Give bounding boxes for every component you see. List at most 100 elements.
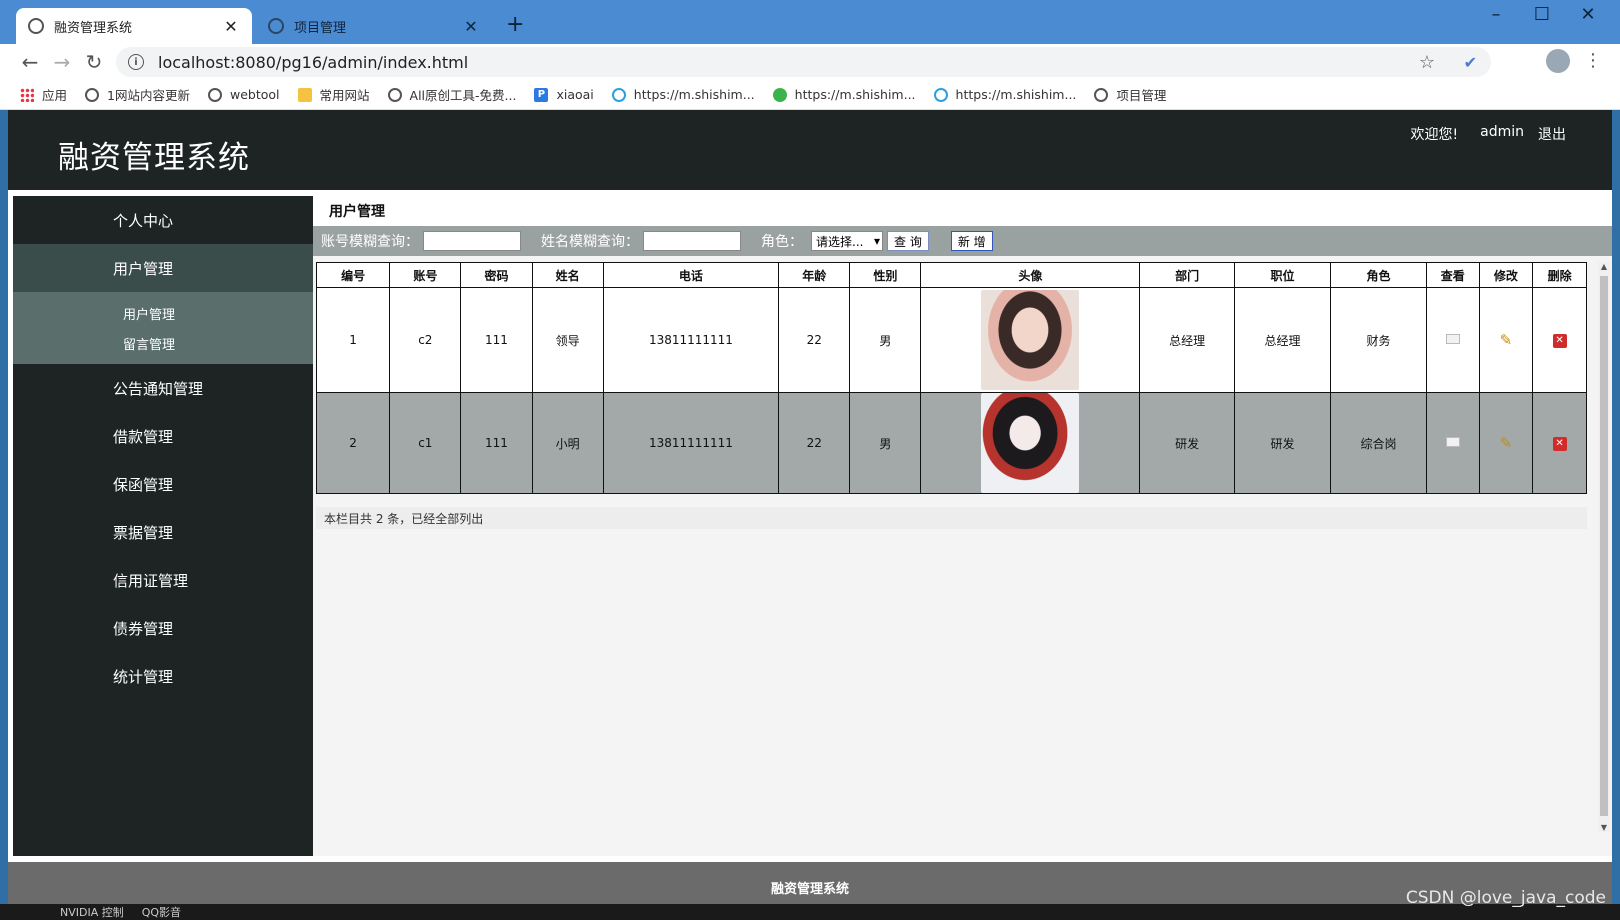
sidebar-subitem-message-management[interactable]: 留言管理 (123, 328, 313, 358)
search-bar: 账号模糊查询： 姓名模糊查询： 角色： 请选择... ▾ 查 询 新 增 (313, 226, 1612, 256)
logout-link[interactable]: 退出 (1538, 124, 1566, 144)
watermark: CSDN @love_java_code (1405, 888, 1606, 908)
forward-icon[interactable]: → (50, 50, 74, 74)
column-header: 修改 (1478, 262, 1534, 288)
dropdown-arrow-icon: ▾ (873, 234, 880, 248)
add-button[interactable]: 新 增 (950, 231, 993, 251)
account-search-label: 账号模糊查询： (321, 234, 419, 250)
view-icon[interactable] (1445, 334, 1460, 344)
name-search-label: 姓名模糊查询： (541, 234, 639, 250)
cell-age: 22 (778, 287, 851, 393)
scrollbar-thumb[interactable] (1600, 276, 1608, 816)
sidebar-item-loan[interactable]: 借款管理 (13, 412, 313, 460)
welcome-text: 欢迎您! (1410, 127, 1459, 143)
query-button[interactable]: 查 询 (887, 231, 929, 251)
c-icon (611, 87, 626, 102)
bookmark-webtool[interactable]: webtool (207, 87, 280, 102)
globe-icon (207, 87, 222, 102)
address-bar[interactable]: i localhost:8080/pg16/admin/index.html ☆… (116, 47, 1491, 77)
delete-icon[interactable]: ✕ (1552, 437, 1567, 451)
cell-name: 领导 (531, 287, 604, 393)
column-header: 角色 (1330, 262, 1427, 288)
bookmark-tools[interactable]: All原创工具-免费... (387, 85, 516, 104)
sidebar-item-user-management[interactable]: 用户管理 (13, 244, 313, 292)
scroll-down-icon[interactable]: ▼ (1598, 823, 1610, 832)
name-search-input[interactable] (643, 231, 741, 251)
apps-icon (20, 87, 34, 102)
menu-icon[interactable]: ⋮ (1584, 50, 1602, 71)
sidebar-subitem-user-management[interactable]: 用户管理 (123, 298, 313, 328)
sidebar-item-bond[interactable]: 债券管理 (13, 604, 313, 652)
bookmark-xiaoai[interactable]: Pxiaoai (534, 87, 594, 102)
sidebar-submenu: 用户管理 留言管理 (13, 292, 313, 364)
scrollbar[interactable]: ▲ ▼ (1598, 262, 1610, 832)
app-title: 融资管理系统 (58, 140, 250, 176)
cell-id: 2 (315, 392, 391, 494)
globe-icon (85, 87, 100, 102)
edit-pencil-icon[interactable]: ✎ (1500, 434, 1513, 452)
extension-icon[interactable]: ✔ (1464, 53, 1477, 72)
close-icon[interactable]: ✕ (222, 17, 240, 36)
profile-avatar[interactable] (1546, 49, 1570, 73)
scroll-up-icon[interactable]: ▲ (1598, 262, 1610, 271)
cell-avatar (920, 287, 1141, 393)
role-label: 角色： (761, 234, 803, 250)
username: admin (1480, 124, 1524, 140)
view-icon[interactable] (1445, 437, 1460, 447)
sidebar-item-personal-center[interactable]: 个人中心 (13, 196, 313, 244)
user-table: 编号 账号 密码 姓名 电话 年龄 性别 头像 部门 职位 角色 查看 修改 删… (315, 262, 1587, 494)
bookmark-1[interactable]: 1网站内容更新 (85, 85, 190, 104)
minimize-icon[interactable]: – (1476, 4, 1516, 25)
cell-delete: ✕ (1532, 287, 1587, 393)
wechat-icon (772, 87, 787, 102)
cell-id: 1 (315, 287, 391, 393)
tab-project-management[interactable]: 项目管理 ✕ (256, 8, 492, 44)
table-header-row: 编号 账号 密码 姓名 电话 年龄 性别 头像 部门 职位 角色 查看 修改 删… (315, 262, 1587, 288)
sidebar-item-statistics[interactable]: 统计管理 (13, 652, 313, 700)
close-icon[interactable]: ✕ (462, 17, 480, 36)
sidebar-item-credit-letter[interactable]: 信用证管理 (13, 556, 313, 604)
bookmark-shishim-1[interactable]: https://m.shishim... (611, 87, 755, 102)
sidebar-item-bill[interactable]: 票据管理 (13, 508, 313, 556)
avatar (981, 290, 1080, 390)
globe-icon (1094, 87, 1109, 102)
cell-role: 综合岗 (1330, 392, 1427, 494)
table-row: 1 c2 111 领导 13811111111 22 男 总经理 总经理 财务 … (315, 287, 1587, 393)
app-header: 融资管理系统 欢迎您! admin 退出 (8, 110, 1612, 190)
account-search-input[interactable] (423, 231, 521, 251)
sidebar-item-guarantee[interactable]: 保函管理 (13, 460, 313, 508)
star-icon[interactable]: ☆ (1419, 52, 1435, 73)
column-header: 部门 (1139, 262, 1236, 288)
user-area: 欢迎您! admin 退出 (1411, 124, 1567, 144)
cell-position: 研发 (1234, 392, 1332, 494)
c-icon (933, 87, 948, 102)
cell-view (1425, 392, 1480, 494)
bookmark-folder[interactable]: 常用网站 (297, 85, 370, 104)
role-select-value: 请选择... (816, 234, 864, 249)
window-close-icon[interactable]: ✕ (1568, 4, 1608, 25)
bookmark-shishim-2[interactable]: https://m.shishim... (772, 87, 916, 102)
column-header: 姓名 (531, 262, 604, 288)
back-icon[interactable]: ← (18, 50, 42, 74)
maximize-icon[interactable]: ☐ (1522, 4, 1562, 25)
role-select[interactable]: 请选择... ▾ (811, 231, 883, 251)
sidebar-item-notice[interactable]: 公告通知管理 (13, 364, 313, 412)
bookmark-project[interactable]: 项目管理 (1094, 85, 1166, 104)
cell-phone: 13811111111 (602, 287, 780, 393)
edit-pencil-icon[interactable]: ✎ (1500, 331, 1513, 349)
tab-financing-system[interactable]: 融资管理系统 ✕ (16, 8, 252, 44)
tab-strip: 融资管理系统 ✕ 项目管理 ✕ + – ☐ ✕ (0, 0, 1620, 44)
tab-title: 项目管理 (294, 20, 347, 36)
column-header: 编号 (315, 262, 391, 288)
info-icon[interactable]: i (128, 54, 144, 70)
new-tab-button[interactable]: + (506, 12, 524, 37)
cell-department: 研发 (1139, 392, 1236, 494)
column-header: 性别 (849, 262, 922, 288)
browser-toolbar: ← → ↻ i localhost:8080/pg16/admin/index.… (0, 44, 1620, 80)
bookmark-apps[interactable]: 应用 (20, 85, 67, 104)
delete-icon[interactable]: ✕ (1552, 334, 1567, 348)
table-row: 2 c1 111 小明 13811111111 22 男 研发 研发 综合岗 ✎… (315, 392, 1587, 494)
reload-icon[interactable]: ↻ (82, 50, 106, 74)
bookmark-shishim-3[interactable]: https://m.shishim... (933, 87, 1076, 102)
page-title: 用户管理 (313, 196, 1612, 226)
